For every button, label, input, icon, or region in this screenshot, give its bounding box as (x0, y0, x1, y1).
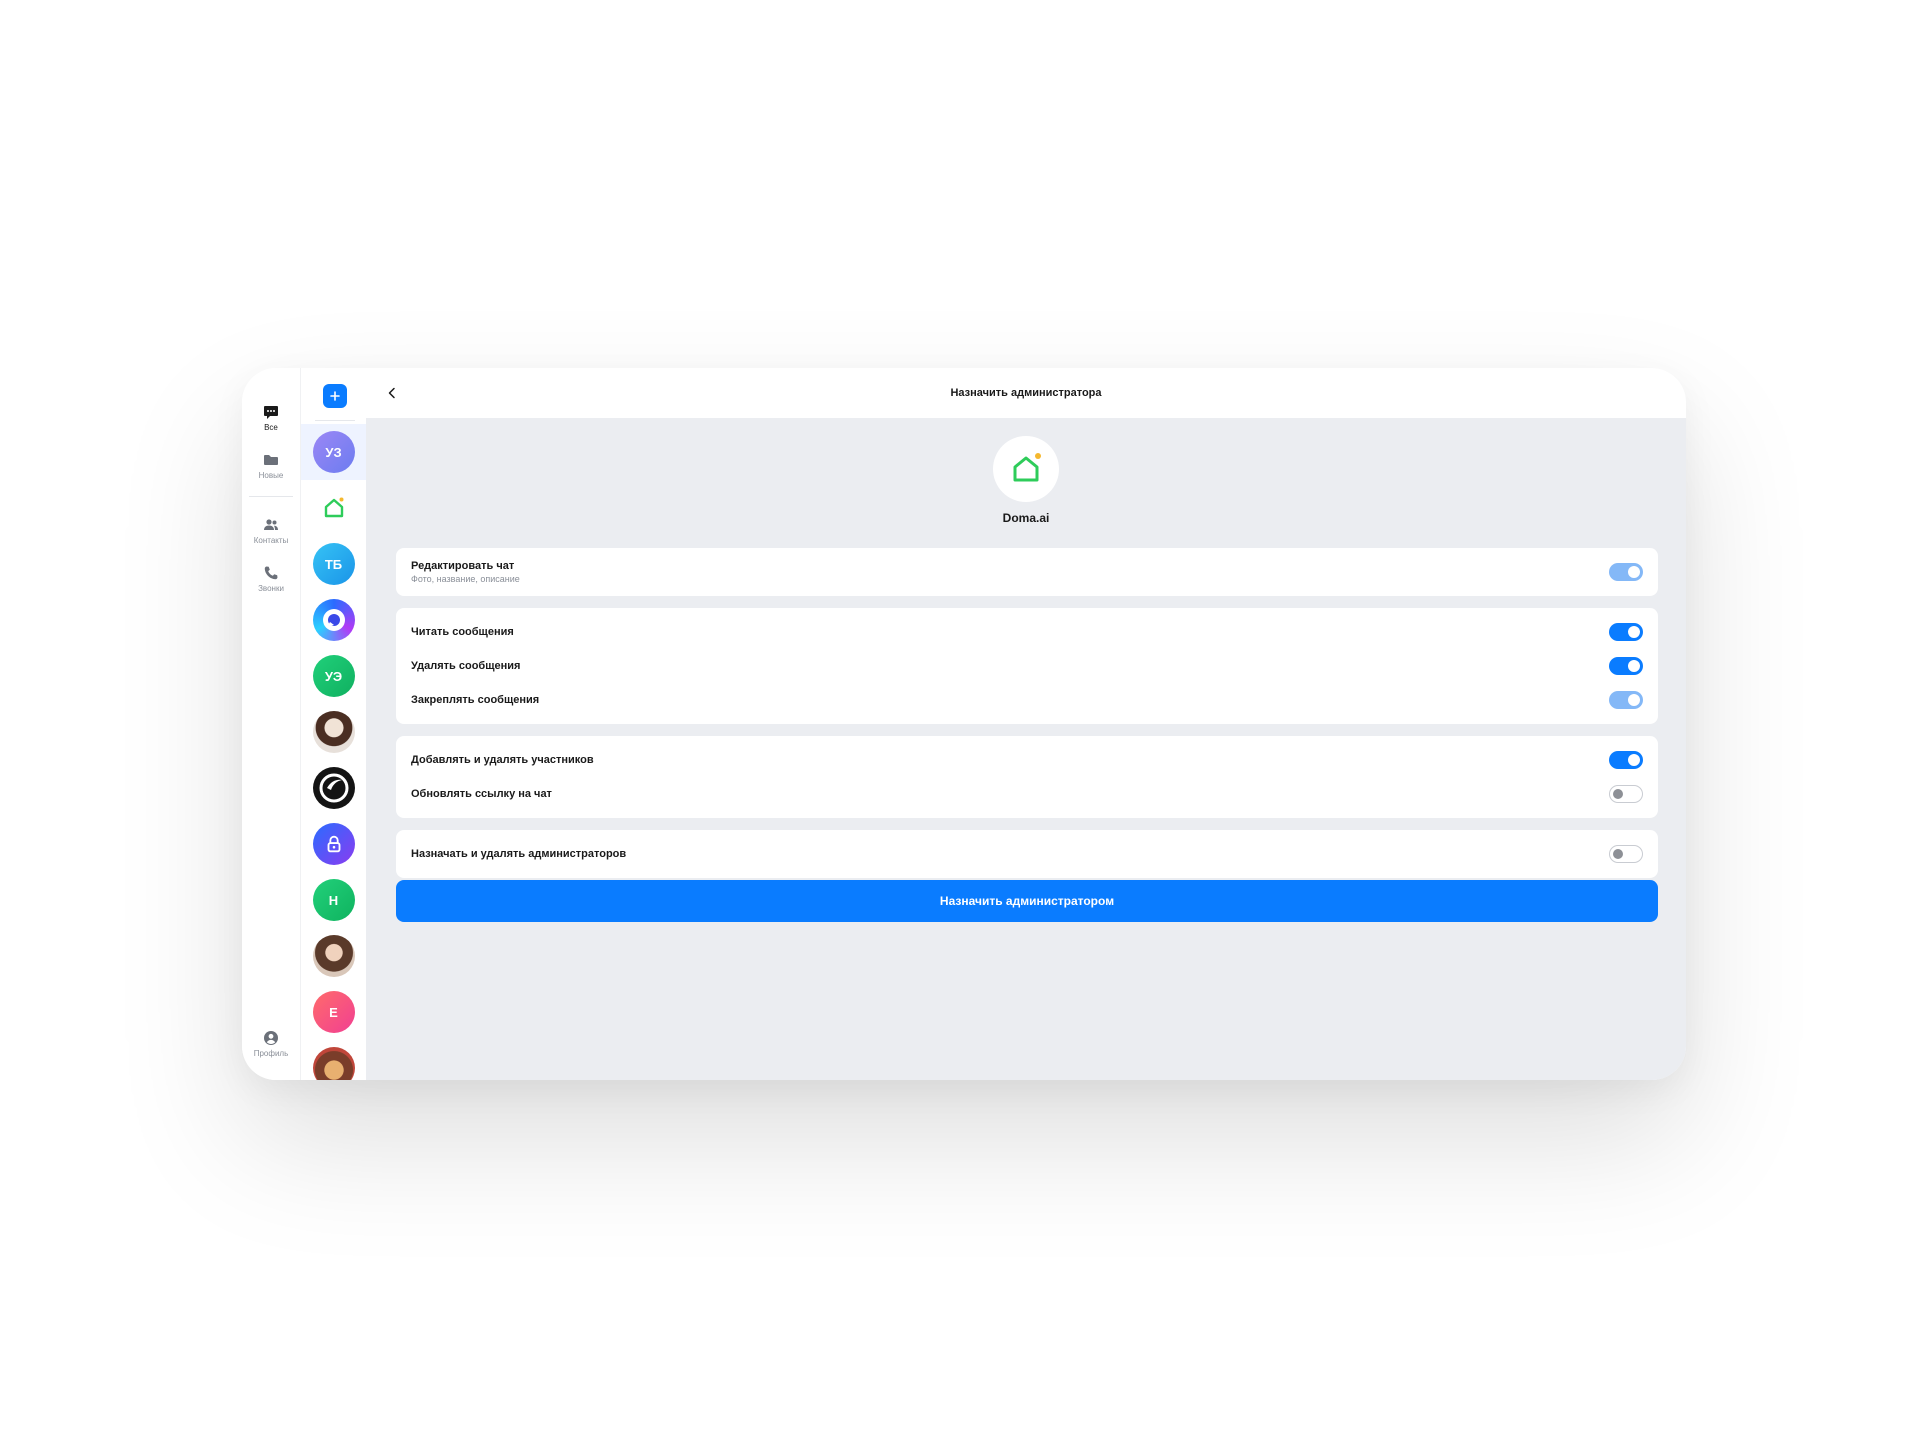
nav-item-new[interactable]: Новые (242, 442, 300, 490)
folder-icon (264, 455, 278, 465)
photo-avatar (312, 935, 355, 977)
permission-sublabel: Фото, название, описание (411, 574, 520, 584)
group-avatar (993, 436, 1059, 502)
permission-row-delete: Удалять сообщения (411, 649, 1643, 683)
brand-ring-icon (312, 599, 355, 641)
nav-label: Новые (258, 471, 284, 480)
nav-label: Все (264, 423, 278, 432)
chat-item[interactable]: ТБ (301, 536, 366, 592)
avatar: УЗ (312, 431, 355, 473)
delete-messages-toggle[interactable] (1609, 657, 1643, 675)
top-bar: Назначить администратора (366, 368, 1686, 418)
house-icon (1013, 453, 1041, 482)
back-button[interactable] (382, 383, 402, 403)
nav-item-calls[interactable]: Звонки (242, 555, 300, 603)
chat-item[interactable] (301, 592, 366, 648)
chat-item[interactable] (301, 1040, 366, 1080)
profile-icon (264, 1031, 278, 1045)
chat-bubble-icon (264, 406, 278, 419)
photo-avatar (312, 1047, 355, 1080)
chat-item[interactable] (301, 704, 366, 760)
chat-list-column: УЗ ТБ УЭ Н Е (300, 368, 366, 1080)
members-toggle[interactable] (1609, 751, 1643, 769)
photo-avatar (312, 711, 355, 753)
permission-row-read: Читать сообщения (411, 615, 1643, 649)
nav-label: Звонки (258, 584, 284, 593)
chat-item[interactable]: УЗ (301, 424, 366, 480)
chat-item[interactable] (301, 928, 366, 984)
app-window: Все Новые Контакты Звонки Профиль УЗ ТБ … (242, 368, 1686, 1080)
nav-label: Контакты (253, 536, 289, 545)
nav-label: Профиль (253, 1049, 289, 1058)
nav-item-all[interactable]: Все (242, 394, 300, 442)
house-icon (312, 487, 355, 529)
permission-row-link: Обновлять ссылку на чат (411, 777, 1643, 811)
avatar-initials: Е (329, 1004, 338, 1020)
avatar-initials: УЗ (325, 444, 342, 460)
edit-chat-toggle[interactable] (1609, 563, 1643, 581)
nav-rail: Все Новые Контакты Звонки Профиль (242, 368, 300, 1080)
avatar: Н (312, 879, 355, 921)
permission-card: Редактировать чат Фото, название, описан… (396, 548, 1658, 596)
plus-icon (330, 391, 340, 401)
permission-label: Удалять сообщения (411, 660, 521, 672)
dark-logo-icon (312, 767, 355, 809)
admins-toggle[interactable] (1609, 845, 1643, 863)
permission-row-admins: Назначать и удалять администраторов (411, 834, 1643, 874)
nav-item-profile[interactable]: Профиль (242, 1020, 300, 1068)
avatar: ТБ (312, 543, 355, 585)
pin-messages-toggle[interactable] (1609, 691, 1643, 709)
chat-link-toggle[interactable] (1609, 785, 1643, 803)
new-chat-button[interactable] (323, 384, 347, 408)
read-messages-toggle[interactable] (1609, 623, 1643, 641)
permission-label: Закреплять сообщения (411, 694, 540, 706)
page-title: Назначить администратора (950, 387, 1102, 399)
nav-divider (249, 496, 293, 497)
chat-item[interactable] (301, 760, 366, 816)
permission-row-pin: Закреплять сообщения (411, 683, 1643, 717)
avatar-initials: ТБ (324, 556, 343, 572)
permission-card: Назначать и удалять администраторов (396, 830, 1658, 878)
chat-item[interactable]: Н (301, 872, 366, 928)
permission-label: Добавлять и удалять участников (411, 754, 594, 766)
permission-label: Редактировать чат (411, 560, 515, 572)
permission-label: Назначать и удалять администраторов (411, 848, 627, 860)
permission-card: Добавлять и удалять участников Обновлять… (396, 736, 1658, 818)
permission-row-edit-chat: Редактировать чат Фото, название, описан… (411, 552, 1643, 592)
chevron-left-icon (388, 387, 395, 399)
phone-icon (264, 566, 278, 580)
avatar: Е (312, 991, 355, 1033)
chat-item[interactable]: Е (301, 984, 366, 1040)
permission-row-members: Добавлять и удалять участников (411, 743, 1643, 777)
group-name: Doma.ai (1002, 511, 1050, 525)
permissions-list: Редактировать чат Фото, название, описан… (396, 548, 1658, 890)
assign-admin-panel: Назначить администратора Doma.ai Редакти… (366, 368, 1686, 1080)
permission-label: Читать сообщения (411, 626, 514, 638)
chat-item[interactable] (301, 816, 366, 872)
avatar-initials: Н (328, 892, 339, 908)
assign-admin-button[interactable]: Назначить администратором (396, 880, 1658, 922)
chat-list: УЗ ТБ УЭ Н Е (301, 424, 366, 1080)
permission-card: Читать сообщения Удалять сообщения Закре… (396, 608, 1658, 724)
chat-divider (315, 420, 355, 421)
avatar-initials: УЭ (324, 668, 343, 684)
chat-item[interactable]: УЭ (301, 648, 366, 704)
chat-item[interactable] (301, 480, 366, 536)
group-header: Doma.ai (366, 418, 1686, 525)
nav-item-contacts[interactable]: Контакты (242, 507, 300, 555)
contacts-icon (264, 519, 278, 530)
permission-label: Обновлять ссылку на чат (411, 788, 552, 800)
lock-icon (312, 823, 355, 865)
avatar: УЭ (312, 655, 355, 697)
